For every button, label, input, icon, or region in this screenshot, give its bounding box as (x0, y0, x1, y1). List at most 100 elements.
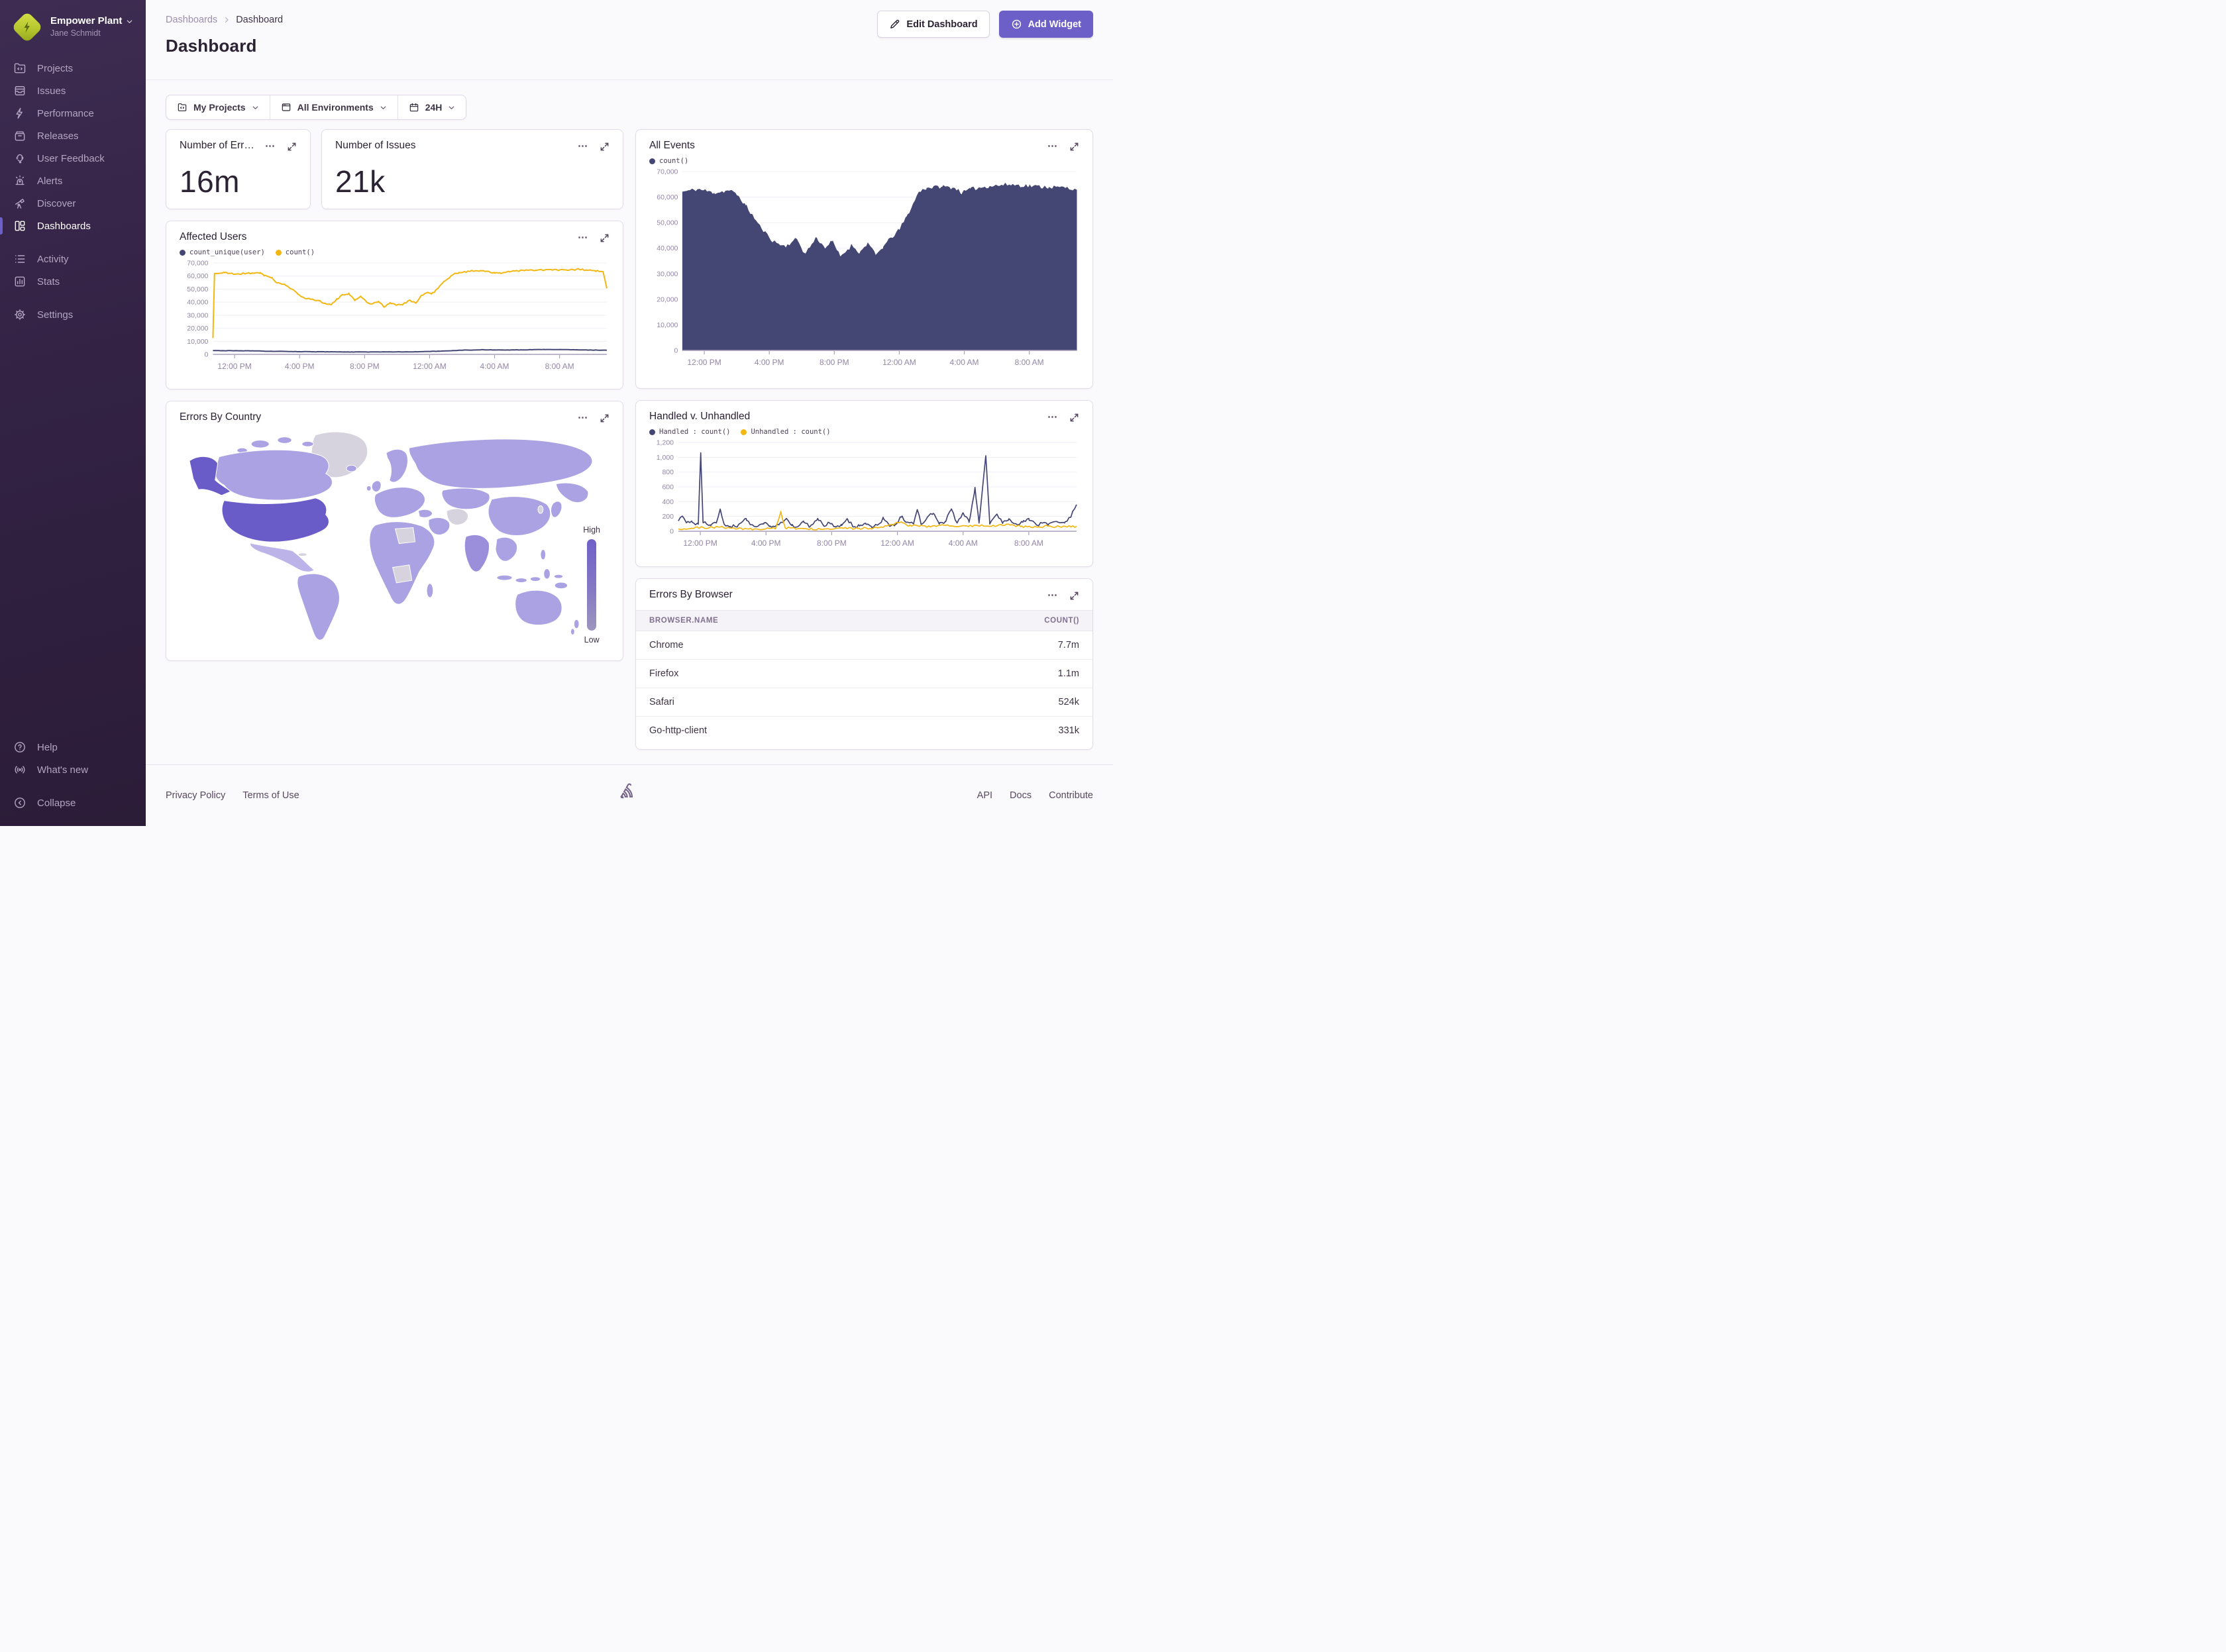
big-number-value: 21k (322, 153, 623, 199)
affected-users-chart[interactable]: 010,00020,00030,00040,00050,00060,00070,… (180, 258, 611, 374)
svg-text:8:00 AM: 8:00 AM (545, 362, 574, 371)
svg-text:12:00 PM: 12:00 PM (217, 362, 251, 371)
widget-menu-button[interactable]: ⋯ (1046, 140, 1059, 153)
chevron-down-icon (448, 104, 455, 111)
widget-expand-icon[interactable] (1067, 140, 1081, 153)
world-choropleth-map[interactable] (180, 429, 611, 647)
svg-text:20,000: 20,000 (187, 325, 208, 333)
widget-number-of-errors: Number of Err… ⋯ 16m (166, 129, 311, 209)
releases-icon (13, 129, 26, 142)
svg-text:4:00 PM: 4:00 PM (751, 539, 781, 548)
widget-title: Number of Err… (180, 140, 254, 152)
filter-24h[interactable]: 24H (398, 95, 466, 119)
legend-item[interactable]: count_unique(user) (180, 248, 265, 256)
legend-item[interactable]: count() (649, 157, 688, 165)
legend-item[interactable]: Unhandled : count() (741, 428, 830, 436)
widget-title: Errors By Country (180, 411, 261, 423)
widget-expand-icon[interactable] (598, 411, 611, 425)
svg-text:4:00 PM: 4:00 PM (755, 358, 784, 367)
all-events-chart[interactable]: 010,00020,00030,00040,00050,00060,00070,… (649, 166, 1081, 370)
svg-text:4:00 AM: 4:00 AM (950, 358, 979, 367)
sidebar-item-dashboards[interactable]: Dashboards (0, 215, 146, 237)
widget-expand-icon[interactable] (285, 140, 298, 153)
env-filter-icon (281, 102, 292, 113)
footer-link-terms-of-use[interactable]: Terms of Use (242, 790, 299, 801)
breadcrumb-chevron-icon (223, 16, 231, 24)
svg-text:30,000: 30,000 (187, 311, 208, 319)
sidebar-item-projects[interactable]: Projects (0, 57, 146, 79)
breadcrumb-dashboards-link[interactable]: Dashboards (166, 15, 217, 25)
widget-title: Number of Issues (335, 140, 415, 152)
svg-text:4:00 AM: 4:00 AM (949, 539, 978, 548)
sidebar-item-releases[interactable]: Releases (0, 125, 146, 147)
svg-text:20,000: 20,000 (657, 295, 678, 303)
org-switcher[interactable]: Empower Plant Jane Schmidt (0, 9, 146, 45)
widget-menu-button[interactable]: ⋯ (1046, 589, 1059, 602)
widget-menu-button[interactable]: ⋯ (576, 411, 590, 425)
sentry-logo (619, 782, 639, 805)
svg-text:0: 0 (674, 347, 678, 355)
footer-link-contribute[interactable]: Contribute (1049, 790, 1093, 801)
errors-by-browser-table: BROWSER.NAMECOUNT() Chrome7.7mFirefox1.1… (636, 610, 1092, 745)
svg-text:8:00 PM: 8:00 PM (350, 362, 380, 371)
sidebar-item-discover[interactable]: Discover (0, 192, 146, 215)
widget-menu-button[interactable]: ⋯ (264, 140, 277, 153)
widget-expand-icon[interactable] (598, 231, 611, 244)
map-legend-high: High (583, 525, 600, 535)
widget-number-of-issues: Number of Issues ⋯ 21k (321, 129, 623, 209)
svg-text:12:00 AM: 12:00 AM (882, 358, 916, 367)
plus-circle-icon (1011, 19, 1022, 30)
widget-expand-icon[interactable] (1067, 589, 1081, 602)
footer-link-api[interactable]: API (977, 790, 992, 801)
legend-item[interactable]: Handled : count() (649, 428, 730, 436)
page-footer: Privacy Policy Terms of Use API Docs Contri… (146, 764, 1113, 801)
sidebar-bottom-nav: HelpWhat's new Collapse (0, 736, 146, 814)
proj-filter-icon (177, 102, 187, 113)
legend-dot (741, 429, 747, 435)
lightning-bolt-icon (21, 21, 34, 34)
filter-all-environments[interactable]: All Environments (270, 95, 398, 119)
legend-item[interactable]: count() (276, 248, 315, 256)
widget-title: Handled v. Unhandled (649, 411, 750, 423)
org-name: Empower Plant (50, 15, 122, 28)
dashboards-icon (13, 219, 26, 232)
add-widget-button[interactable]: Add Widget (999, 11, 1093, 38)
sidebar-item-help[interactable]: Help (0, 736, 146, 758)
svg-text:200: 200 (662, 513, 674, 521)
widget-menu-button[interactable]: ⋯ (1046, 411, 1059, 424)
widget-expand-icon[interactable] (1067, 411, 1081, 424)
handled-unhandled-chart[interactable]: 02004006008001,0001,20012:00 PM4:00 PM8:… (649, 437, 1081, 551)
sidebar-item-what-s-new[interactable]: What's new (0, 758, 146, 781)
svg-text:8:00 AM: 8:00 AM (1014, 539, 1043, 548)
map-color-legend: High Low (583, 525, 600, 645)
svg-text:40,000: 40,000 (187, 299, 208, 307)
sidebar-item-issues[interactable]: Issues (0, 79, 146, 102)
sidebar-item-user-feedback[interactable]: User Feedback (0, 147, 146, 170)
collapse-icon (13, 796, 26, 809)
footer-link-privacy-policy[interactable]: Privacy Policy (166, 790, 225, 801)
sidebar-item-performance[interactable]: Performance (0, 102, 146, 125)
sidebar-item-activity[interactable]: Activity (0, 248, 146, 270)
chevron-down-icon (380, 104, 387, 111)
chevron-down-icon (126, 18, 133, 25)
edit-dashboard-button[interactable]: Edit Dashboard (877, 11, 989, 38)
svg-text:10,000: 10,000 (657, 321, 678, 329)
widget-menu-button[interactable]: ⋯ (576, 140, 590, 153)
issues-icon (13, 84, 26, 97)
sidebar-item-alerts[interactable]: Alerts (0, 170, 146, 192)
sidebar-item-settings[interactable]: Settings (0, 303, 146, 326)
widget-menu-button[interactable]: ⋯ (576, 231, 590, 244)
chart-legend: Handled : count() Unhandled : count() (636, 424, 1092, 436)
svg-text:8:00 AM: 8:00 AM (1015, 358, 1044, 367)
chart-legend: count() (636, 153, 1092, 165)
filter-my-projects[interactable]: My Projects (166, 95, 270, 119)
sidebar-item-stats[interactable]: Stats (0, 270, 146, 293)
sidebar-item-collapse[interactable]: Collapse (0, 792, 146, 814)
column-header: COUNT() (914, 611, 1092, 631)
map-legend-low: Low (584, 635, 600, 645)
footer-link-docs[interactable]: Docs (1010, 790, 1032, 801)
main-content: Dashboards Dashboard Dashboard Edit Dash… (146, 0, 1113, 826)
chart-legend: count_unique(user) count() (166, 244, 623, 256)
svg-text:70,000: 70,000 (657, 168, 678, 176)
widget-expand-icon[interactable] (598, 140, 611, 153)
